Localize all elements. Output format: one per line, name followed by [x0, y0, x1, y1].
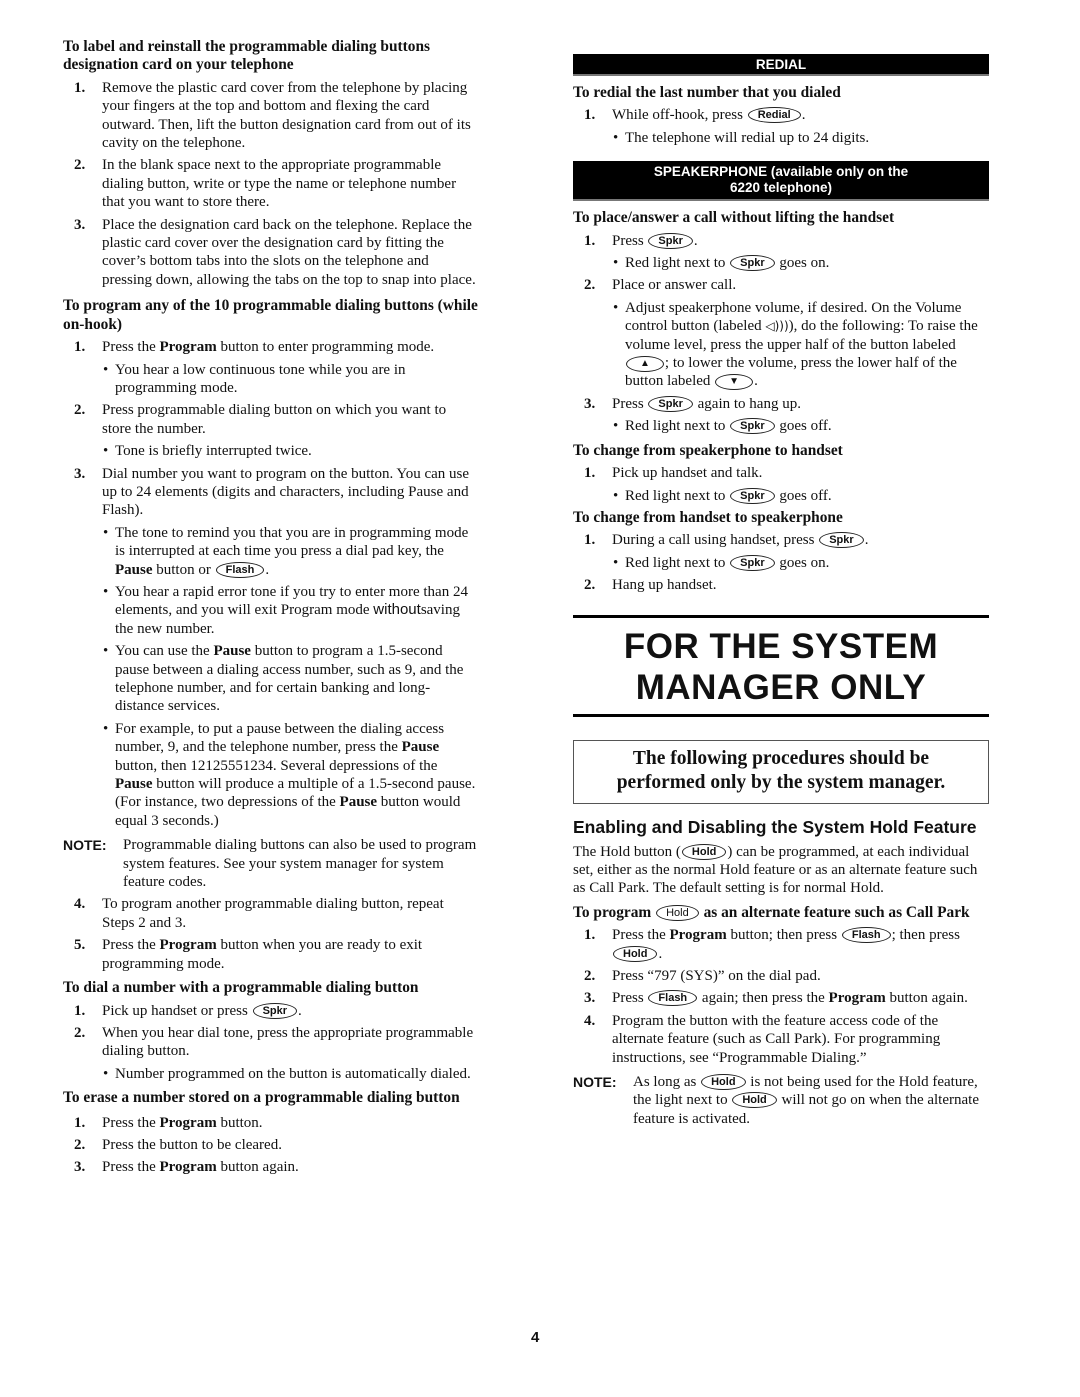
bullet-item: • You hear a low continuous tone while yo…	[103, 361, 406, 396]
bullet-item: • Adjust speakerphone volume, if desired.…	[613, 299, 978, 391]
bullet-item: • The telephone will redial up to 24 digi…	[613, 129, 870, 146]
spkr-key-icon: Spkr	[648, 395, 693, 412]
section-title-hold: Enabling and Disabling the System Hold F…	[573, 816, 977, 837]
heading-handset-to-speaker: To change from handset to speakerphone	[573, 508, 843, 526]
spkr-key-icon: Spkr	[730, 554, 775, 571]
heading-program-buttons: To program any of the 10 programmable di…	[63, 297, 478, 333]
list-item: 3. Place the designation card back on the…	[74, 216, 476, 288]
bullet-item: • Red light next to Spkr goes on.	[613, 255, 830, 272]
heading-dial-number: To dial a number with a programmable dia…	[63, 979, 419, 997]
list-item: 1. Press Spkr.	[584, 232, 698, 249]
list-item: 2. When you hear dial tone, press the app…	[74, 1024, 474, 1060]
spkr-key-icon: Spkr	[648, 232, 693, 249]
bullet-item: • Red light next to Spkr goes off.	[613, 418, 832, 435]
spkr-key-icon: Spkr	[730, 418, 775, 435]
list-item: 3. Press the Program button again.	[74, 1159, 299, 1176]
redial-key-icon: Redial	[747, 107, 801, 124]
flash-key-icon: Flash	[215, 561, 265, 578]
list-item: 1. Press the Program button.	[74, 1114, 263, 1131]
bullet-item: • For example, to put a pause between the…	[103, 720, 476, 829]
list-item: 2. Place or answer call.	[584, 277, 737, 294]
list-item: 2. Press programmable dialing button on w…	[74, 402, 447, 437]
section-bar-redial: REDIAL	[573, 54, 989, 76]
hold-key-icon: Hold	[613, 945, 658, 962]
spkr-key-icon: Spkr	[819, 532, 864, 549]
volume-speaker-icon: ◁)))	[765, 319, 789, 334]
hold-key-icon: Hold	[732, 1092, 777, 1109]
list-item: 3. Dial number you want to program on the…	[74, 465, 470, 519]
list-item: 1. Remove the plastic card cover from the…	[74, 79, 471, 152]
bullet-item: • Tone is briefly interrupted twice.	[103, 443, 312, 460]
section-bar-speakerphone: SPEAKERPHONE (available only on the 6220…	[573, 161, 989, 202]
bullet-item: • Red light next to Spkr goes off.	[613, 487, 832, 504]
flash-key-icon: Flash	[648, 990, 698, 1007]
list-item: 2. Hang up handset.	[584, 577, 717, 594]
list-item: 3. Press Flash again; then press the Prog…	[584, 990, 968, 1007]
note: NOTE: Programmable dialing buttons can al…	[63, 837, 477, 891]
hold-key-icon: Hold	[681, 843, 727, 860]
list-item: 1. While off-hook, press Redial.	[584, 107, 806, 124]
list-item: 4. To program another programmable dialin…	[74, 896, 444, 931]
hold-intro: The Hold button (Hold) can be programmed…	[573, 843, 978, 897]
left-column: To label and reinstall the programmable …	[63, 38, 478, 1181]
list-item: 1. During a call using handset, press Spk…	[584, 532, 869, 549]
list-item: 2. In the blank space next to the appropr…	[74, 157, 457, 211]
hold-key-icon: Hold	[656, 904, 699, 921]
list-item: 2. Press the button to be cleared.	[74, 1136, 282, 1153]
list-item: 2. Press “797 (SYS)” on the dial pad.	[584, 967, 821, 984]
note: NOTE: As long as Hold is not being used f…	[573, 1074, 979, 1127]
divider-bottom	[573, 713, 989, 717]
list-item: 5. Press the Program button when you are …	[74, 937, 423, 972]
bullet-item: • The tone to remind you that you are in …	[103, 524, 469, 578]
list-item: 1. Press the Program button to enter prog…	[74, 339, 435, 356]
heading-program-hold: To program Hold as an alternate feature …	[573, 903, 970, 921]
spkr-key-icon: Spkr	[730, 487, 775, 504]
heading-speaker-to-handset: To change from speakerphone to handset	[573, 441, 843, 459]
bullet-item: • Red light next to Spkr goes on.	[613, 554, 830, 571]
spkr-key-icon: Spkr	[730, 255, 775, 272]
page-title: FOR THE SYSTEM MANAGER ONLY	[623, 626, 939, 707]
heading-erase-number: To erase a number stored on a programmab…	[63, 1089, 460, 1107]
list-item: 4. Program the button with the feature ac…	[584, 1012, 941, 1066]
heading-label-card: To label and reinstall the programmable …	[63, 38, 431, 74]
bullet-item: • You hear a rapid error tone if you try …	[103, 583, 468, 637]
notice-box: The following procedures should be perfo…	[573, 739, 989, 804]
volume-up-key-icon: ▲	[626, 356, 664, 373]
hold-key-icon: Hold	[701, 1074, 746, 1090]
bullet-item: • Number programmed on the button is auto…	[103, 1065, 471, 1082]
heading-redial: To redial the last number that you diale…	[573, 84, 841, 101]
page-number: 4	[531, 1329, 540, 1346]
volume-down-key-icon: ▼	[715, 374, 754, 391]
list-item: 3. Press Spkr again to hang up.	[584, 395, 801, 412]
heading-place-answer: To place/answer a call without lifting t…	[573, 209, 895, 227]
list-item: 1. Pick up handset and talk.	[584, 465, 763, 482]
bullet-item: • You can use the Pause button to program…	[103, 643, 464, 715]
list-item: 1. Press the Program button; then press F…	[584, 927, 960, 962]
right-column: REDIAL To redial the last number that yo…	[573, 54, 989, 1132]
flash-key-icon: Flash	[841, 927, 891, 944]
spkr-key-icon: Spkr	[252, 1002, 298, 1019]
list-item: 1. Pick up handset or press Spkr.	[74, 1002, 302, 1019]
